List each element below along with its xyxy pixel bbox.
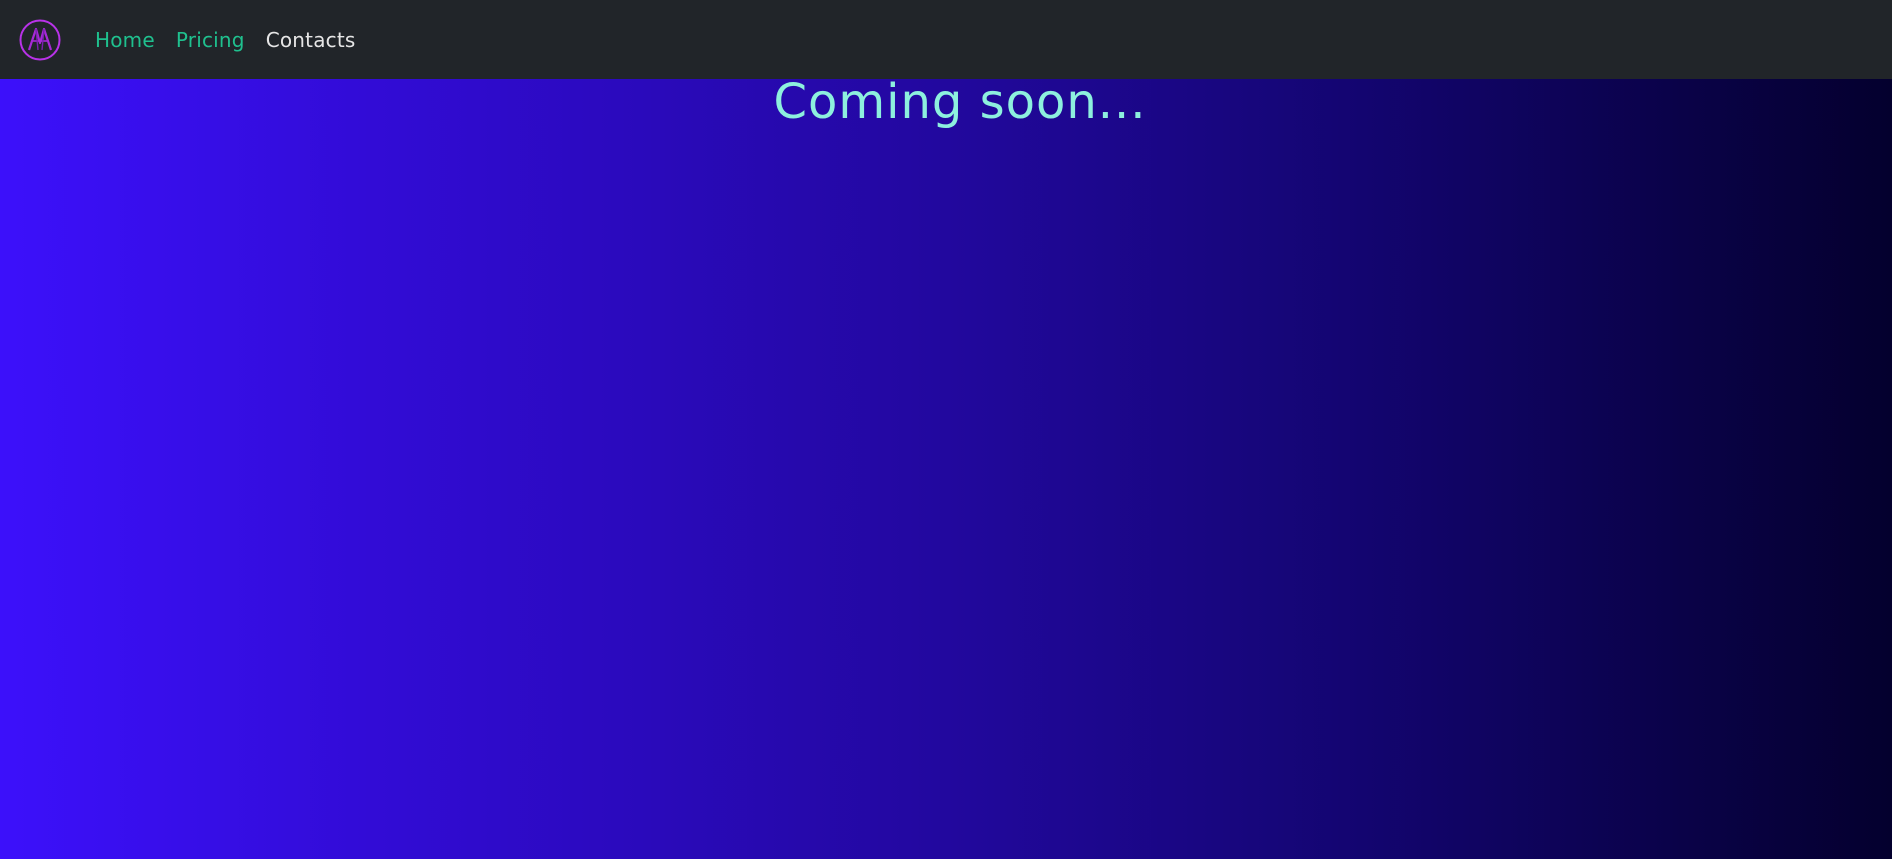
nav-link-pricing[interactable]: Pricing xyxy=(176,28,245,52)
nav-link-home[interactable]: Home xyxy=(95,28,155,52)
brand-logo-link[interactable] xyxy=(19,19,61,61)
navbar: Home Pricing Contacts xyxy=(0,0,1892,79)
nav-links: Home Pricing Contacts xyxy=(95,0,377,79)
nav-link-contacts[interactable]: Contacts xyxy=(266,28,356,52)
brand-logo-icon xyxy=(19,19,61,61)
page-headline: Coming soon... xyxy=(773,74,1147,130)
page: Home Pricing Contacts Coming soon... xyxy=(0,0,1892,859)
